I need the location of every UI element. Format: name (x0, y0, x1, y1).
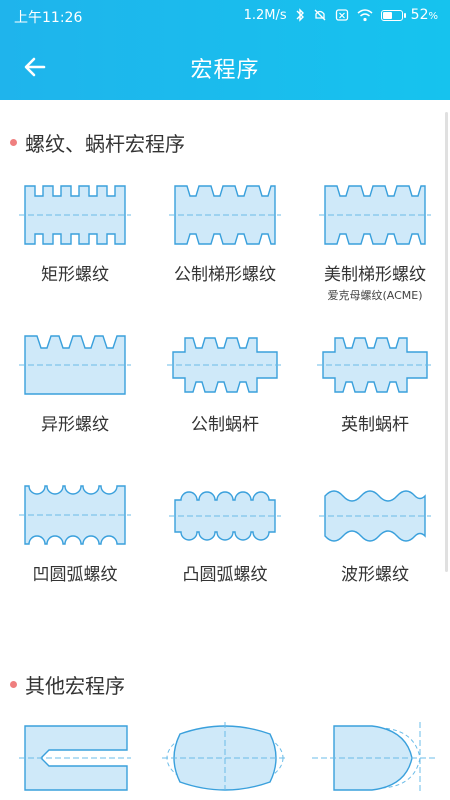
concave-arc-thread-icon (19, 485, 131, 545)
header: 上午11:26 1.2M/s 52% 宏程序 (0, 0, 450, 100)
bullet-dot (10, 681, 17, 688)
item-sublabel: 爱克母螺纹(ACME) (327, 289, 423, 302)
ellipse-part-icon (162, 722, 288, 792)
section-title-text: 螺纹、蜗杆宏程序 (25, 132, 185, 156)
status-right: 1.2M/s 52% (244, 7, 438, 23)
item-label: 美制梯形螺纹 (324, 265, 426, 285)
dome-part-icon (312, 722, 438, 792)
battery-level (382, 11, 392, 19)
battery-percent: 52% (410, 7, 438, 23)
item-label: 矩形螺纹 (41, 265, 109, 285)
rectangular-thread-icon (19, 185, 131, 245)
scrollbar[interactable] (445, 112, 448, 572)
acme-thread-icon (319, 185, 431, 245)
slot-icon (19, 725, 131, 791)
metric-worm-icon (167, 337, 283, 393)
special-thread-icon (19, 335, 131, 395)
status-bar: 上午11:26 1.2M/s 52% (0, 0, 450, 30)
item-label: 异形螺纹 (41, 415, 109, 435)
sim-icon (335, 9, 348, 21)
mute-icon (314, 9, 326, 21)
content: 螺纹、蜗杆宏程序 矩形螺纹 公制梯形螺纹 美制梯形螺纹 爱克母螺纹(ACME) … (0, 100, 440, 800)
item-label: 公制梯形螺纹 (174, 265, 276, 285)
item-special-thread[interactable]: 异形螺纹 (0, 332, 150, 435)
item-metric-trapezoidal-thread[interactable]: 公制梯形螺纹 (150, 182, 300, 285)
app-bar: 宏程序 (0, 30, 450, 100)
item-rectangular-thread[interactable]: 矩形螺纹 (0, 182, 150, 285)
item-wave-thread[interactable]: 波形螺纹 (300, 482, 440, 585)
item-convex-arc-thread[interactable]: 凸圆弧螺纹 (150, 482, 300, 585)
section-title-thread: 螺纹、蜗杆宏程序 (10, 128, 185, 157)
imperial-worm-icon (317, 337, 433, 393)
item-label: 凹圆弧螺纹 (32, 565, 118, 585)
bullet-dot (10, 139, 17, 146)
bluetooth-icon (296, 8, 304, 22)
metric-trapezoidal-thread-icon (169, 185, 281, 245)
item-label: 英制蜗杆 (341, 415, 409, 435)
page-title: 宏程序 (190, 58, 260, 83)
item-label: 凸圆弧螺纹 (182, 565, 268, 585)
item-metric-worm[interactable]: 公制蜗杆 (150, 332, 300, 435)
network-speed: 1.2M/s (243, 7, 287, 23)
item-other-1[interactable] (0, 722, 150, 792)
item-other-3[interactable] (300, 722, 440, 792)
section-title-text: 其他宏程序 (25, 674, 125, 698)
convex-arc-thread-icon (169, 491, 281, 541)
item-label: 波形螺纹 (341, 565, 409, 585)
item-label: 公制蜗杆 (191, 415, 259, 435)
battery-icon (380, 9, 406, 21)
item-other-2[interactable] (150, 722, 300, 792)
wifi-icon (357, 8, 373, 21)
wave-thread-icon (319, 490, 431, 542)
item-acme-thread[interactable]: 美制梯形螺纹 爱克母螺纹(ACME) (300, 182, 440, 303)
status-time: 上午11:26 (14, 10, 83, 26)
section-title-other: 其他宏程序 (10, 670, 125, 699)
item-concave-arc-thread[interactable]: 凹圆弧螺纹 (0, 482, 150, 585)
item-imperial-worm[interactable]: 英制蜗杆 (300, 332, 440, 435)
